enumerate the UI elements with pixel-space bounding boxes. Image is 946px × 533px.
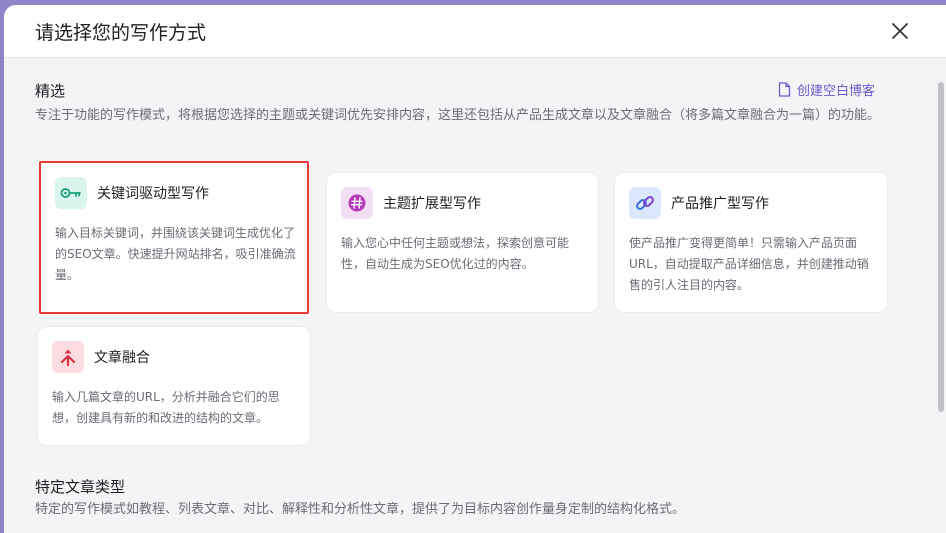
card-title: 关键词驱动型写作 xyxy=(97,186,209,202)
card-topic-expansion[interactable]: 主题扩展型写作 输入您心中任何主题或想法，探索创意可能性，自动生成为SEO优化过… xyxy=(326,172,599,313)
card-icon-box xyxy=(52,341,84,373)
close-icon xyxy=(892,23,908,39)
specific-section-description: 特定的写作模式如教程、列表文章、对比、解释性和分析性文章，提供了为目标内容创作量… xyxy=(35,502,686,517)
card-icon-box xyxy=(341,187,373,219)
close-button[interactable] xyxy=(888,19,912,43)
modal-title: 请选择您的写作方式 xyxy=(35,22,207,44)
link-icon xyxy=(636,196,654,210)
card-description: 输入几篇文章的URL，分析并融合它们的思想，创建具有新的和改进的结构的文章。 xyxy=(52,390,280,425)
card-description: 输入您心中任何主题或想法，探索创意可能性，自动生成为SEO优化过的内容。 xyxy=(341,236,570,271)
card-title: 文章融合 xyxy=(94,350,150,366)
document-icon xyxy=(778,81,791,97)
featured-section-description: 专注于功能的写作模式，将根据您选择的主题或关键词优先安排内容，这里还包括从产品生… xyxy=(35,108,881,123)
card-title: 主题扩展型写作 xyxy=(383,196,481,212)
card-article-merge[interactable]: 文章融合 输入几篇文章的URL，分析并融合它们的思想，创建具有新的和改进的结构的… xyxy=(37,326,311,446)
merge-icon xyxy=(60,349,76,367)
card-title: 产品推广型写作 xyxy=(671,196,769,212)
modal-header: 请选择您的写作方式 xyxy=(4,5,946,58)
card-icon-box xyxy=(629,187,661,219)
card-description: 使产品推广变得更简单！只需输入产品页面URL，自动提取产品详细信息，并创建推动销… xyxy=(629,236,869,292)
key-icon xyxy=(60,188,81,198)
featured-section-title: 精选 xyxy=(35,82,66,100)
card-keyword-driven[interactable]: 关键词驱动型写作 输入目标关键词，并围绕该关键词生成优化了的SEO文章。快速提升… xyxy=(39,161,309,314)
card-icon-box xyxy=(55,177,87,209)
writing-mode-modal: 请选择您的写作方式 精选 创建空白博客 专注于功能的写作模式，将根据您选择的主题… xyxy=(4,5,946,533)
hashtag-icon xyxy=(348,194,366,212)
scrollbar[interactable] xyxy=(936,58,946,533)
scrollbar-thumb[interactable] xyxy=(938,82,944,412)
create-blank-blog-link[interactable]: 创建空白博客 xyxy=(778,79,875,99)
card-description: 输入目标关键词，并围绕该关键词生成优化了的SEO文章。快速提升网站排名，吸引准确… xyxy=(55,226,296,282)
specific-section-title: 特定文章类型 xyxy=(35,478,126,496)
card-product-promotion[interactable]: 产品推广型写作 使产品推广变得更简单！只需输入产品页面URL，自动提取产品详细信… xyxy=(614,172,888,313)
create-blank-blog-label: 创建空白博客 xyxy=(797,83,876,99)
